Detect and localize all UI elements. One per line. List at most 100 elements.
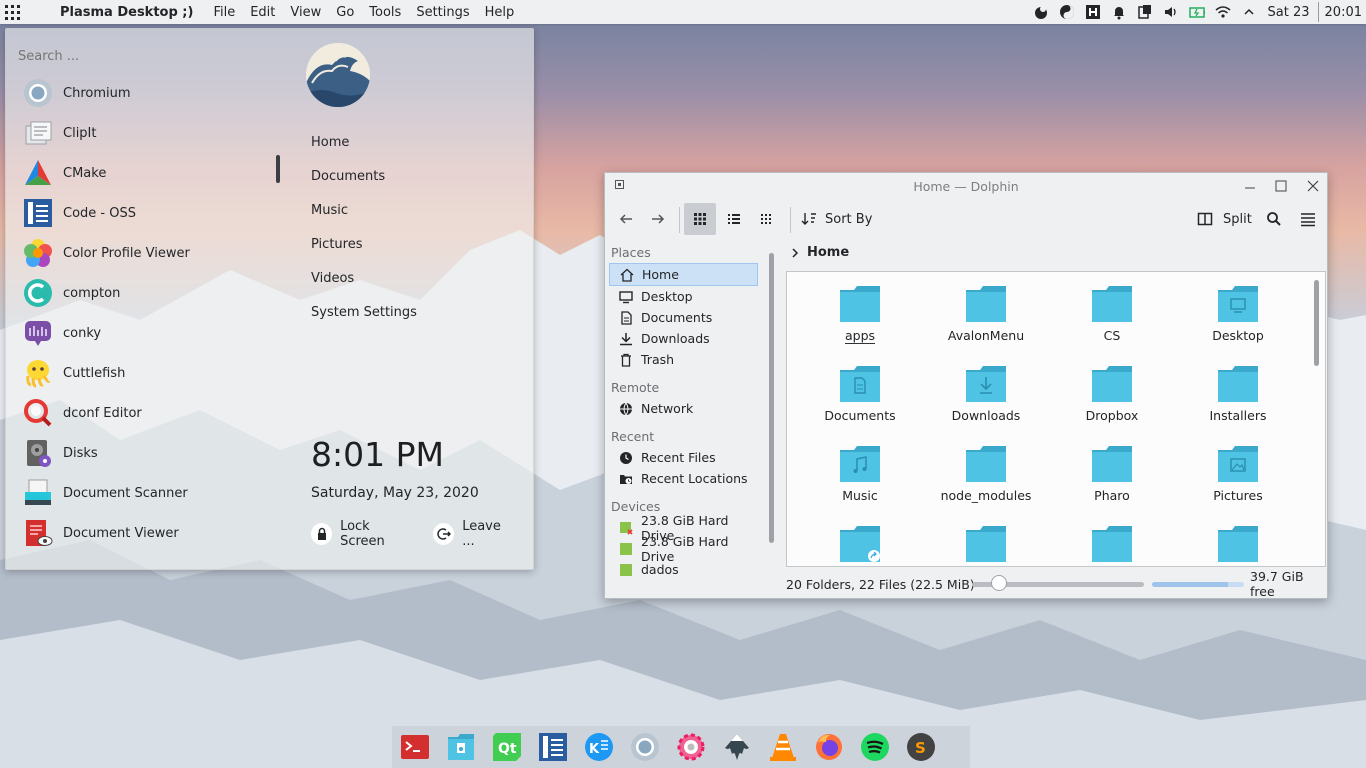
menu-go[interactable]: Go [336,5,354,20]
places-item-documents[interactable]: Documents [609,307,758,328]
places-item-desktop[interactable]: Desktop [609,286,758,307]
file-view-scrollbar[interactable] [1314,280,1319,366]
dock-file-manager[interactable] [444,730,478,764]
file-item-apps[interactable]: apps [797,286,923,346]
maximize-button[interactable] [1273,178,1289,194]
app-tray-icon[interactable] [1033,4,1049,20]
battery-icon[interactable] [1188,4,1205,20]
launcher-place-videos[interactable]: Videos [311,261,417,295]
app-item-code-oss[interactable]: Code - OSS [22,193,272,233]
menu-settings[interactable]: Settings [416,5,469,20]
split-button[interactable]: Split [1197,203,1253,235]
location-breadcrumb[interactable]: Home [789,245,849,260]
notifications-icon[interactable] [1111,4,1127,20]
app-item-conky[interactable]: conky [22,313,272,353]
launcher-search-input[interactable] [14,43,274,69]
app-item-chromium[interactable]: Chromium [22,73,272,113]
breadcrumb-home[interactable]: Home [807,245,849,260]
file-item-avalonmenu[interactable]: AvalonMenu [923,286,1049,346]
app-item-compton[interactable]: compton [22,273,272,313]
minimize-button[interactable] [1242,178,1258,194]
wifi-icon[interactable] [1215,4,1231,20]
hamburger-menu-button[interactable] [1293,203,1323,235]
details-view-button[interactable] [719,203,749,235]
clipboard-icon[interactable] [1137,4,1153,20]
dock-qt-creator[interactable]: Qt [490,730,524,764]
forward-button[interactable] [643,203,673,235]
compact-view-button[interactable] [752,203,782,235]
window-titlebar[interactable]: Home — Dolphin [605,173,1327,199]
app-item-dconf-editor[interactable]: dconf Editor [22,393,272,433]
dock-system-settings[interactable] [674,730,708,764]
file-item-desktop[interactable]: Desktop [1175,286,1301,346]
leave-button[interactable]: Leave ... [433,519,515,549]
places-item-network[interactable]: Network [609,398,758,419]
menu-tools[interactable]: Tools [369,5,401,20]
user-avatar[interactable] [306,43,370,107]
file-item-cs[interactable]: CS [1049,286,1175,346]
zoom-slider-handle[interactable] [990,575,1007,591]
tray-expand-icon[interactable] [1241,4,1257,20]
app-item-document-viewer[interactable]: Document Viewer [22,513,272,553]
file-item-music[interactable]: Music [797,446,923,506]
file-item-pictures[interactable]: Pictures [1175,446,1301,506]
file-item-partial[interactable] [797,526,923,566]
file-item-documents[interactable]: Documents [797,366,923,426]
launcher-place-pictures[interactable]: Pictures [311,227,417,261]
launcher-place-home[interactable]: Home [311,125,417,159]
window-menu-icon[interactable] [615,180,624,189]
launcher-place-documents[interactable]: Documents [311,159,417,193]
close-button[interactable] [1305,178,1321,194]
yin-yang-icon[interactable] [1059,4,1075,20]
file-item-partial[interactable] [1175,526,1301,566]
places-scrollbar[interactable] [769,253,774,543]
app-item-cuttlefish[interactable]: Cuttlefish [22,353,272,393]
h-app-icon[interactable] [1085,4,1101,20]
dock-inkscape[interactable] [720,730,754,764]
dock-spotify[interactable] [858,730,892,764]
file-item-partial[interactable] [1049,526,1175,566]
places-item-recent-locations[interactable]: Recent Locations [609,468,758,489]
app-item-document-scanner[interactable]: Document Scanner [22,473,272,513]
sort-by-button[interactable]: Sort By [801,203,873,235]
icons-view-button[interactable] [684,203,716,235]
dock-chromium[interactable] [628,730,662,764]
dock-sublime-text[interactable]: S [904,730,938,764]
dock-code-oss[interactable] [536,730,570,764]
dock-firefox[interactable] [812,730,846,764]
panel-date[interactable]: Sat 23 [1268,5,1310,20]
zoom-slider[interactable] [972,575,1144,591]
app-list-scrollbar[interactable] [276,155,280,183]
menu-edit[interactable]: Edit [250,5,275,20]
app-item-clipit[interactable]: ClipIt [22,113,272,153]
file-item-partial[interactable] [923,526,1049,566]
dock-kate[interactable]: K [582,730,616,764]
app-item-cmake[interactable]: CMake [22,153,272,193]
places-item-recent-files[interactable]: Recent Files [609,447,758,468]
app-item-disks[interactable]: Disks [22,433,272,473]
menu-view[interactable]: View [290,5,321,20]
places-item-downloads[interactable]: Downloads [609,328,758,349]
menu-file[interactable]: File [213,5,235,20]
dock-vlc[interactable] [766,730,800,764]
places-item-trash[interactable]: Trash [609,349,758,370]
application-launcher-button[interactable] [0,0,24,24]
places-item-hard-drive-2[interactable]: 23.8 GiB Hard Drive [609,534,758,564]
launcher-place-system-settings[interactable]: System Settings [311,295,417,329]
back-button[interactable] [611,203,641,235]
lock-screen-button[interactable]: Lock Screen [311,519,415,549]
dock-terminal[interactable] [398,730,432,764]
file-item-installers[interactable]: Installers [1175,366,1301,426]
menu-help[interactable]: Help [485,5,515,20]
panel-clock[interactable]: 20:01 [1325,5,1362,20]
launcher-place-music[interactable]: Music [311,193,417,227]
global-menu-app-name[interactable]: Plasma Desktop ;) [60,5,193,20]
file-item-dropbox[interactable]: Dropbox [1049,366,1175,426]
file-item-node-modules[interactable]: node_modules [923,446,1049,506]
search-button[interactable] [1259,203,1289,235]
file-item-pharo[interactable]: Pharo [1049,446,1175,506]
places-item-home[interactable]: Home [609,263,758,286]
app-item-color-profile-viewer[interactable]: Color Profile Viewer [22,233,272,273]
volume-icon[interactable] [1163,4,1179,20]
file-item-downloads[interactable]: Downloads [923,366,1049,426]
